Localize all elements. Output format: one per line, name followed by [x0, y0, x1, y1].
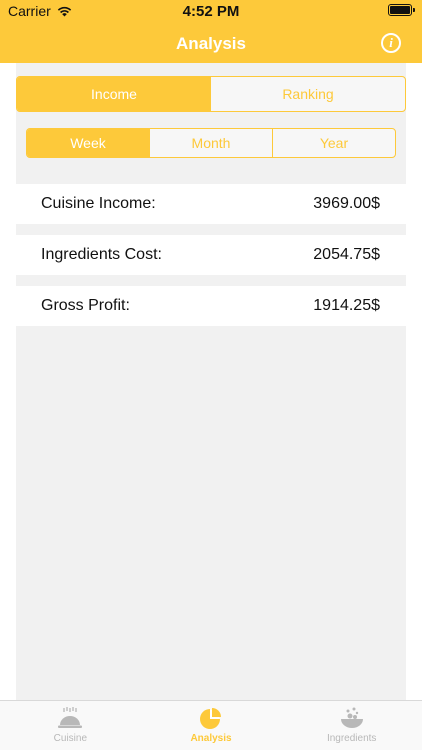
tab-ingredients[interactable]: Ingredients: [281, 701, 422, 750]
page-title: Analysis: [176, 34, 246, 53]
row-value: 3969.00$: [313, 195, 380, 212]
battery-icon: [388, 4, 415, 16]
cuisine-income-row: Cuisine Income: 3969.00$: [16, 184, 406, 224]
cloche-icon: [58, 707, 83, 728]
gross-profit-row: Gross Profit: 1914.25$: [16, 286, 406, 326]
navigation-bar: Carrier 4:52 PM Analysis i: [0, 0, 422, 63]
tab-label: Analysis: [190, 733, 232, 744]
tab-label: Ingredients: [326, 733, 377, 744]
segment-week[interactable]: Week: [27, 129, 149, 157]
tab-bar: Cuisine Analysis Ingredients: [0, 700, 422, 750]
segment-month[interactable]: Month: [149, 129, 272, 157]
tab-label: Cuisine: [53, 733, 88, 744]
pie-chart-icon: [200, 708, 221, 729]
row-label: Gross Profit:: [41, 297, 130, 314]
period-segmented-control: Week Month Year: [26, 128, 396, 158]
row-value: 1914.25$: [313, 297, 380, 314]
info-icon[interactable]: i: [381, 33, 401, 53]
ingredients-cost-row: Ingredients Cost: 2054.75$: [16, 235, 406, 275]
tab-cuisine[interactable]: Cuisine: [0, 701, 141, 750]
status-bar: Carrier 4:52 PM: [0, 0, 422, 22]
segment-label: Year: [319, 135, 349, 151]
segment-label: Income: [91, 86, 137, 102]
tab-analysis[interactable]: Analysis: [141, 701, 282, 750]
segment-label: Month: [191, 135, 231, 151]
segment-ranking[interactable]: Ranking: [211, 77, 405, 111]
row-label: Cuisine Income:: [41, 195, 156, 212]
income-ranking-segmented-control: Income Ranking: [16, 76, 406, 112]
segment-label: Week: [70, 135, 106, 151]
content-area: [16, 63, 406, 700]
row-value: 2054.75$: [313, 246, 380, 263]
segment-label: Ranking: [282, 86, 334, 102]
row-label: Ingredients Cost:: [41, 246, 162, 263]
ingredients-bowl-icon: [340, 707, 363, 728]
status-time: 4:52 PM: [182, 3, 240, 20]
segment-year[interactable]: Year: [272, 129, 395, 157]
segment-income[interactable]: Income: [17, 77, 211, 111]
